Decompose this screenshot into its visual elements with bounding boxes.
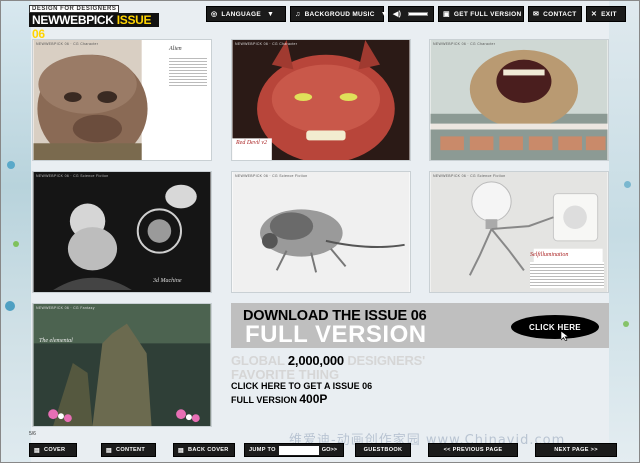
- decor-dot: [623, 321, 629, 327]
- stat-prefix: GLOBAL: [231, 353, 285, 368]
- panel-caption: The elemental: [39, 338, 73, 344]
- page-tag: NEWWEBPICK 06 · CG Science Fiction: [235, 174, 308, 178]
- stat-number: 2,000,000: [287, 353, 344, 368]
- get-full-version-button[interactable]: ▣ GET FULL VERSION: [438, 6, 524, 22]
- exit-button[interactable]: ✕ EXIT: [586, 6, 626, 22]
- content-button[interactable]: ▤ CONTENT: [101, 443, 156, 457]
- panel-caption: Red Devil v2: [236, 140, 267, 146]
- cover-button[interactable]: ▤ COVER: [29, 443, 77, 457]
- mail-icon: ✉: [533, 11, 540, 18]
- previous-page-label: << PREVIOUS PAGE: [443, 447, 503, 453]
- jump-label: JUMP TO: [249, 447, 276, 453]
- music-label: BACKGROUD MUSIC: [304, 10, 375, 18]
- promo-stat: GLOBAL 2,000,000 DESIGNERS': [231, 353, 425, 368]
- cover-label: COVER: [43, 447, 66, 453]
- close-icon: ✕: [591, 11, 598, 18]
- decor-dot: [5, 301, 15, 311]
- logo-tagline: DESIGN FOR DESIGNERS: [29, 5, 120, 13]
- guestbook-button[interactable]: GUESTBOOK: [355, 443, 411, 457]
- chevron-down-icon: ▼: [267, 10, 275, 18]
- exit-label: EXIT: [601, 10, 617, 18]
- language-dropdown[interactable]: ◎ LANGUAGE ▼: [206, 6, 286, 22]
- page-count: 400P: [299, 392, 328, 406]
- elemental-artwork: [33, 304, 211, 426]
- panel-caption: Selfillumination: [530, 252, 569, 258]
- click-here-button[interactable]: CLICK HERE: [511, 315, 599, 339]
- brand-logo[interactable]: DESIGN FOR DESIGNERS NEWWEBPICK ISSUE 06: [29, 5, 159, 41]
- stat-suffix: DESIGNERS': [347, 353, 426, 368]
- page-tag: NEWWEBPICK 06 · CG Character: [433, 42, 496, 46]
- pointer-icon: [561, 331, 569, 341]
- page-tag: NEWWEBPICK 06 · CG Science Fiction: [36, 174, 109, 178]
- page-thumbnail-selfillumination[interactable]: NEWWEBPICK 06 · CG Science Fiction Selfi…: [429, 171, 609, 293]
- top-toolbar: ◎ LANGUAGE ▼ ♫ BACKGROUD MUSIC ▼ ◀) ▣ GE…: [206, 6, 626, 22]
- book-icon: ▤: [178, 447, 184, 454]
- music-icon: ♫: [295, 10, 301, 18]
- decor-dot: [13, 241, 19, 247]
- full-version-label: GET FULL VERSION: [453, 10, 522, 18]
- decor-dot: [624, 181, 631, 188]
- list-icon: ▤: [106, 447, 112, 454]
- page-thumbnail-elemental[interactable]: NEWWEBPICK 06 · CG Fantasy The elemental: [32, 303, 212, 427]
- globe-icon: ◎: [211, 11, 218, 18]
- download-promo[interactable]: DOWNLOAD THE ISSUE 06 FULL VERSION CLICK…: [231, 303, 611, 428]
- speaker-icon: ◀): [393, 11, 402, 18]
- left-decor: [1, 1, 31, 462]
- volume-slider[interactable]: [408, 12, 429, 16]
- page-thumbnail-red-devil[interactable]: NEWWEBPICK 06 · CG Character Red Devil v…: [231, 39, 411, 161]
- download-icon: ▣: [443, 11, 450, 18]
- contact-button[interactable]: ✉ CONTACT: [528, 6, 582, 22]
- magazine-window: DESIGN FOR DESIGNERS NEWWEBPICK ISSUE 06…: [0, 0, 640, 463]
- back-cover-button[interactable]: ▤ BACK COVER: [173, 443, 235, 457]
- volume-control[interactable]: ◀): [388, 6, 434, 22]
- chevron-down-icon: ▼: [380, 10, 389, 18]
- guestbook-label: GUESTBOOK: [363, 447, 403, 453]
- back-cover-label: BACK COVER: [187, 447, 229, 453]
- decor-dot: [7, 161, 15, 169]
- language-label: LANGUAGE: [221, 10, 262, 18]
- jump-page-input[interactable]: [278, 445, 319, 455]
- page-thumbnail-robot-insect[interactable]: NEWWEBPICK 06 · CG Science Fiction: [231, 171, 411, 293]
- music-dropdown[interactable]: ♫ BACKGROUD MUSIC ▼: [290, 6, 388, 22]
- full-version-text: FULL VERSION: [231, 395, 297, 405]
- next-page-label: NEXT PAGE >>: [554, 447, 598, 453]
- promo-cta[interactable]: CLICK HERE TO GET A ISSUE 06: [231, 381, 372, 391]
- logo-wordmark: NEWWEBPICK ISSUE 06: [29, 13, 159, 41]
- panel-caption: Alien: [169, 46, 182, 52]
- content-label: CONTENT: [115, 447, 146, 453]
- article-text: [169, 56, 207, 86]
- page-tag: NEWWEBPICK 06 · CG Character: [36, 42, 99, 46]
- previous-page-button[interactable]: << PREVIOUS PAGE: [428, 443, 518, 457]
- page-tag: NEWWEBPICK 06 · CG Fantasy: [36, 306, 95, 310]
- logo-name: NEWWEBPICK: [32, 13, 114, 27]
- page-number: 5/6: [29, 431, 36, 437]
- right-decor: [609, 1, 639, 462]
- promo-subheadline: FULL VERSION: [245, 321, 427, 348]
- promo-favorite: FAVORITE THING: [231, 367, 340, 382]
- page-tag: NEWWEBPICK 06 · CG Science Fiction: [433, 174, 506, 178]
- page-tag: NEWWEBPICK 06 · CG Character: [235, 42, 298, 46]
- robot-baby-artwork: [33, 172, 211, 292]
- page-thumbnail-alien[interactable]: NEWWEBPICK 06 · CG Character Alien: [32, 39, 212, 161]
- promo-full-version: FULL VERSION 400P: [231, 392, 327, 406]
- book-icon: ▤: [34, 447, 40, 454]
- jump-to-control: JUMP TO GO>>: [244, 443, 344, 457]
- monster-artwork: [430, 40, 608, 160]
- click-here-label: CLICK HERE: [529, 322, 581, 332]
- contact-label: CONTACT: [543, 10, 577, 18]
- page-thumbnail-3d-machine[interactable]: NEWWEBPICK 06 · CG Science Fiction 3d Ma…: [32, 171, 212, 293]
- panel-caption: 3d Machine: [153, 278, 182, 284]
- go-button[interactable]: GO>>: [322, 447, 337, 453]
- next-page-button[interactable]: NEXT PAGE >>: [535, 443, 617, 457]
- page-thumbnail-monster[interactable]: NEWWEBPICK 06 · CG Character: [429, 39, 609, 161]
- robot-insect-artwork: [232, 172, 410, 292]
- article-text: [530, 262, 604, 288]
